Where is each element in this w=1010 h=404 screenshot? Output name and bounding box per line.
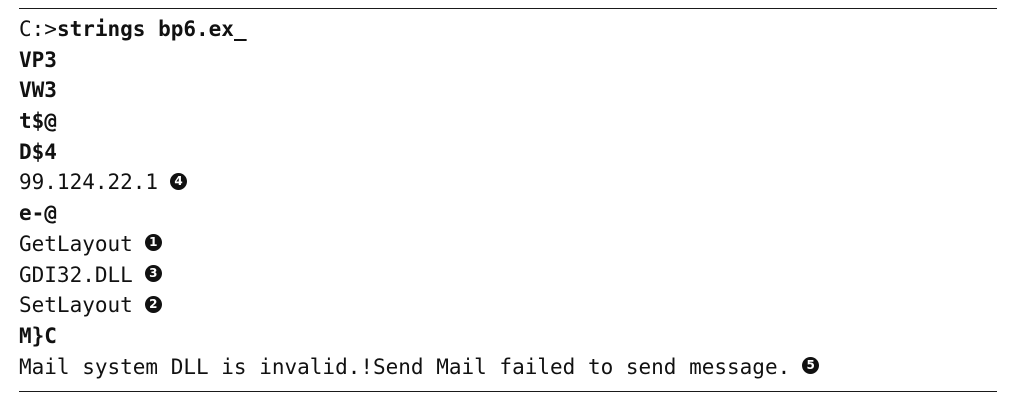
output-text: 99.124.22.1: [19, 170, 159, 195]
output-text: GetLayout: [19, 231, 133, 256]
output-line: 99.124.22.1 4: [19, 167, 997, 198]
output-line: SetLayout 2: [19, 290, 997, 321]
output-text: GDI32.DLL: [19, 262, 133, 287]
output-line: GDI32.DLL 3: [19, 260, 997, 291]
output-line: D$4: [19, 137, 997, 168]
command-text: strings bp6.ex_: [56, 17, 247, 41]
output-line: Mail system DLL is invalid.!Send Mail fa…: [19, 352, 997, 383]
output-text: M}C: [19, 323, 57, 348]
output-text: D$4: [19, 139, 57, 164]
output-line: M}C: [19, 321, 997, 352]
callout-marker-icon: 4: [170, 172, 188, 190]
bottom-rule: [19, 391, 997, 392]
callout-marker-icon: 3: [144, 265, 162, 282]
output-text: SetLayout: [19, 293, 133, 318]
callout-marker-icon: 1: [144, 234, 162, 252]
output-line: VW3: [19, 75, 997, 106]
code-listing: C:>strings bp6.ex_ VP3 VW3 t$@ D$4 99.12…: [19, 14, 997, 382]
output-text: VW3: [19, 78, 57, 103]
output-line: GetLayout 1: [19, 229, 997, 260]
top-rule: [19, 8, 997, 9]
command-line: C:>strings bp6.ex_: [19, 14, 997, 45]
callout-marker-icon: 5: [802, 357, 820, 375]
output-text: VP3: [19, 47, 57, 72]
output-text: t$@: [19, 109, 57, 134]
callout-marker-icon: 2: [144, 295, 162, 313]
output-line: t$@: [19, 106, 997, 137]
output-text: Mail system DLL is invalid.!Send Mail fa…: [19, 354, 791, 379]
output-line: VP3: [19, 45, 997, 76]
output-line: e-@: [19, 198, 997, 229]
output-text: e-@: [19, 201, 57, 226]
prompt: C:>: [19, 17, 57, 41]
